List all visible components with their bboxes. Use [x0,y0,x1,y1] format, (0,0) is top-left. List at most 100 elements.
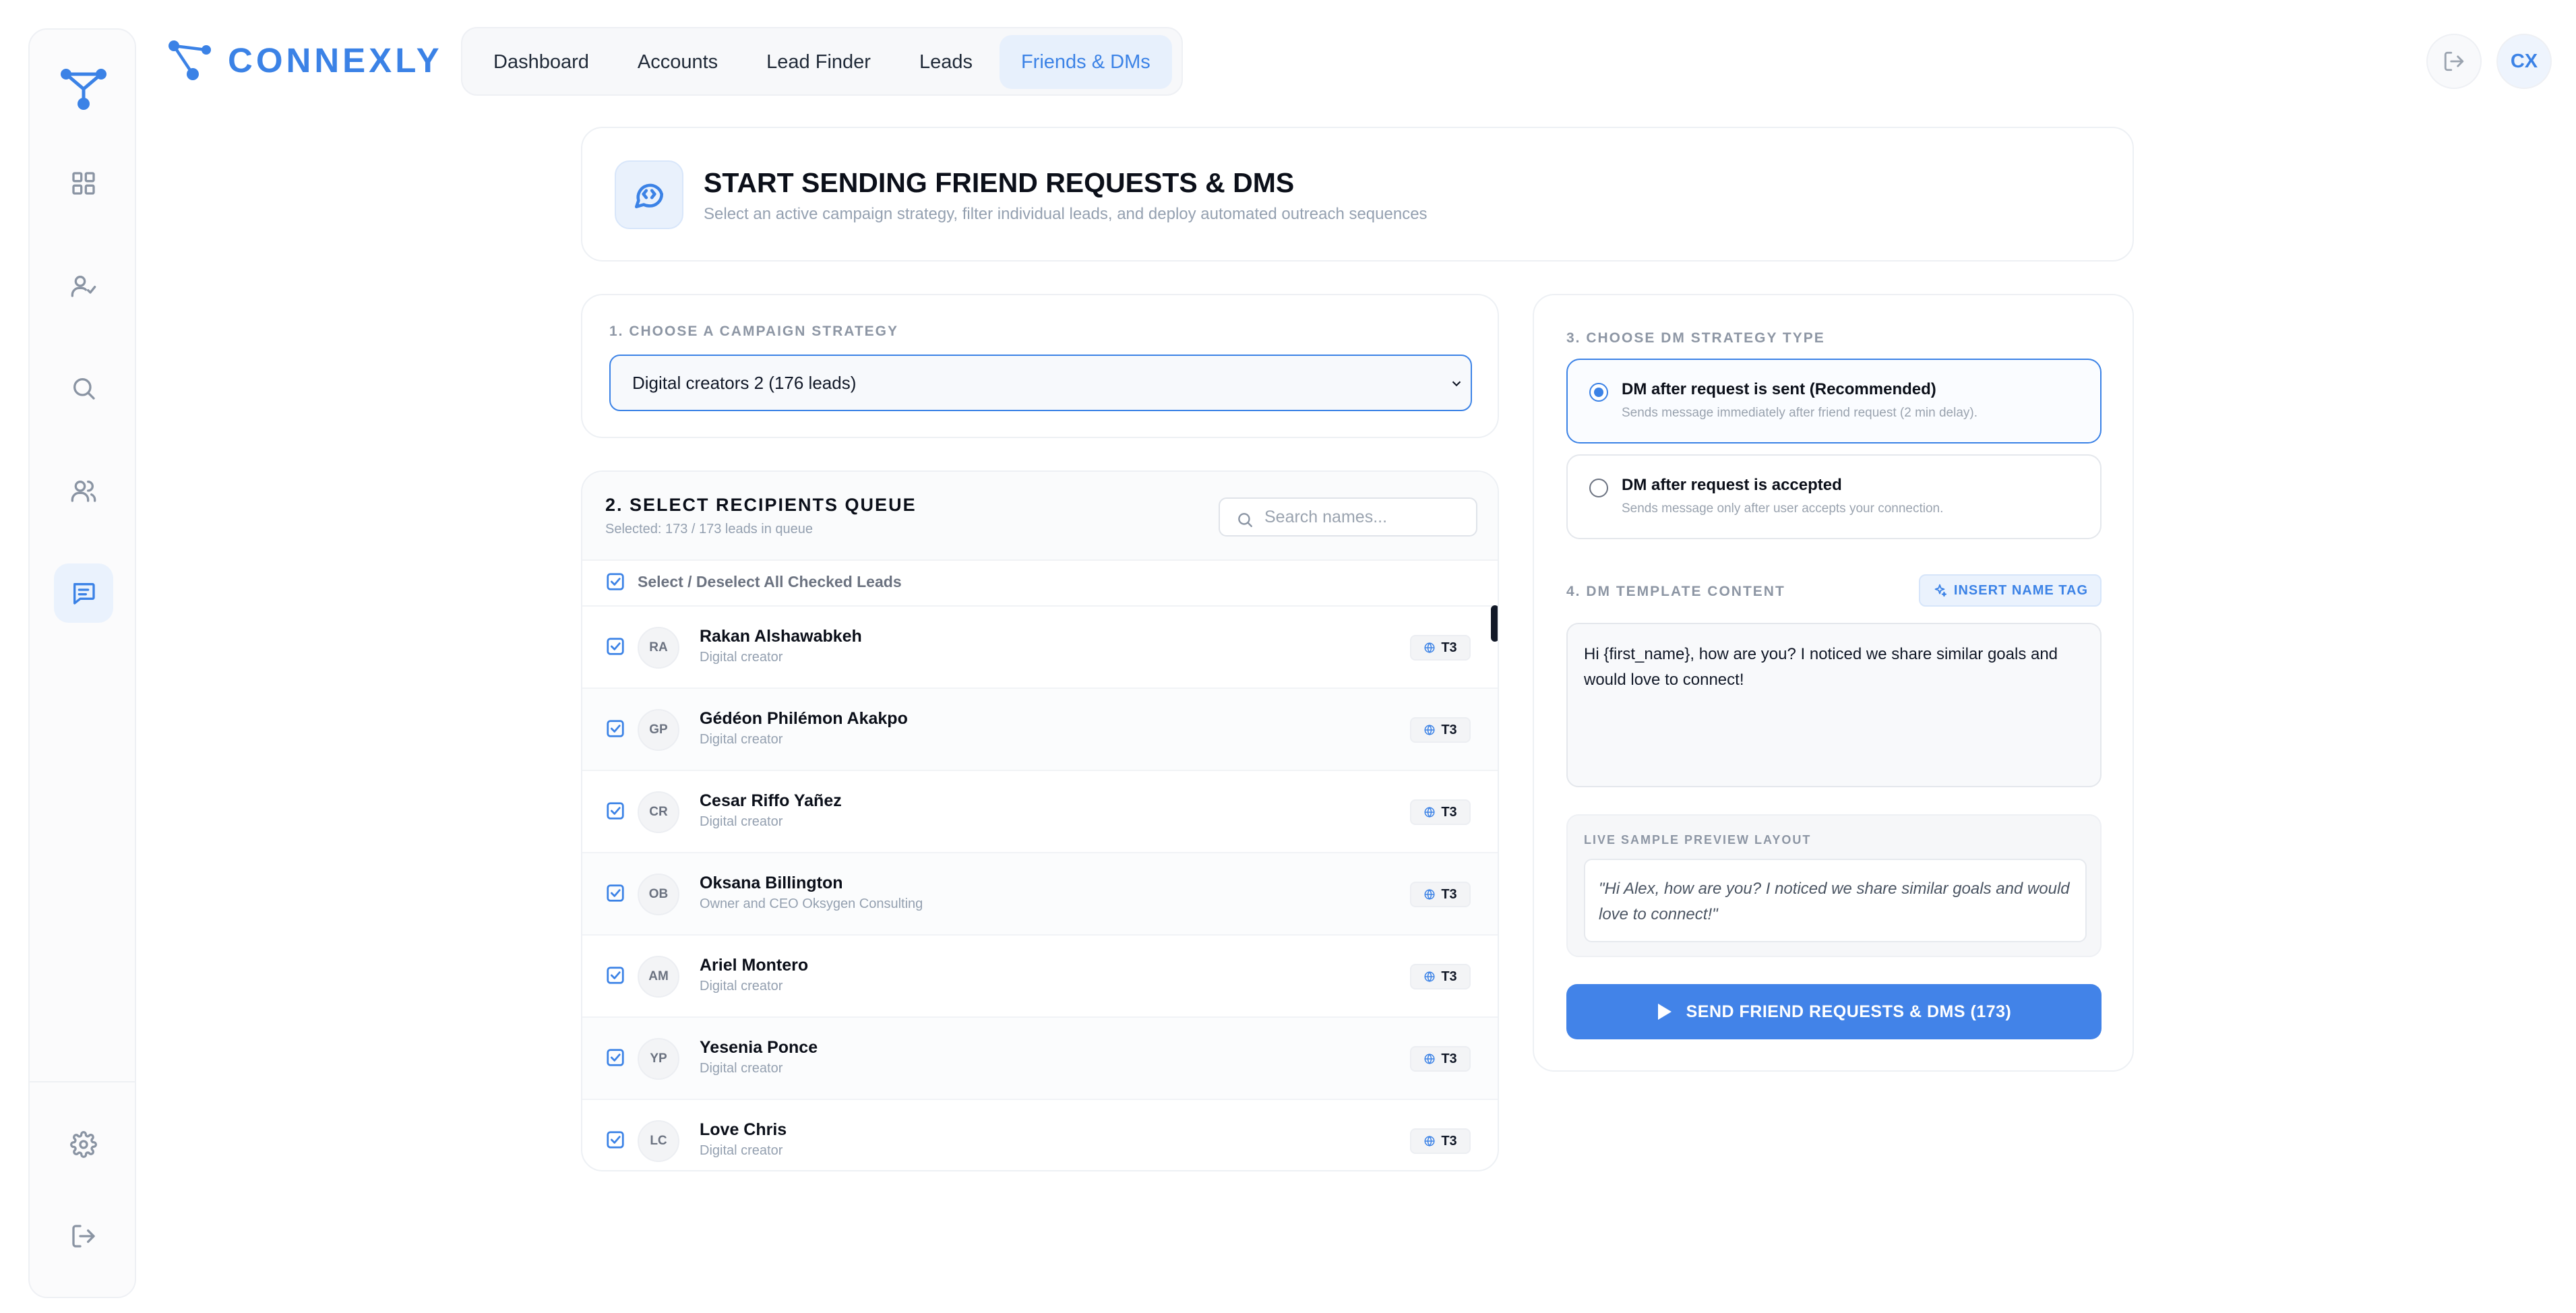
checkbox-checked-icon[interactable] [605,719,625,739]
checkbox-checked-icon[interactable] [605,883,625,903]
queue-count: Selected: 173 / 173 leads in queue [605,522,814,537]
tab-friends-dms[interactable]: Friends & DMs [999,35,1172,89]
checkbox-checked-icon[interactable] [605,572,625,592]
lead-role: Digital creator [700,1061,783,1076]
lead-role: Owner and CEO Oksygen Consulting [700,896,923,911]
sidebar-item-logout[interactable] [54,1207,113,1266]
queue-header: 2. SELECT RECIPIENTS QUEUE Selected: 173… [582,472,1498,561]
sparkle-icon [1934,584,1947,597]
globe-icon [1424,1054,1435,1064]
preview-label: LIVE SAMPLE PREVIEW LAYOUT [1584,833,1812,847]
lead-role: Digital creator [700,979,783,994]
scrollbar[interactable] [1491,605,1498,642]
tier-label: T3 [1441,640,1457,655]
recipients-list: RA Rakan Alshawabkeh Digital creator T3 … [582,607,1498,1170]
globe-icon [1424,642,1435,653]
globe-icon [1424,889,1435,900]
live-preview: LIVE SAMPLE PREVIEW LAYOUT "Hi Alex, how… [1566,814,2102,957]
table-row[interactable]: GP Gédéon Philémon Akakpo Digital creato… [582,689,1498,771]
logout-icon [72,1225,95,1248]
insert-name-tag-button[interactable]: INSERT NAME TAG [1918,574,2102,607]
logout-button[interactable] [2426,34,2482,89]
search-icon [1238,513,1252,527]
brand-name: CONNEXLY [228,40,443,80]
dm-option-after-accepted[interactable]: DM after request is accepted Sends messa… [1566,454,2102,539]
preview-text: "Hi Alex, how are you? I noticed we shar… [1584,859,2087,942]
lead-role: Digital creator [700,650,783,665]
avatar: GP [638,709,679,751]
radio-unselected[interactable] [1589,479,1608,497]
page-subtitle: Select an active campaign strategy, filt… [704,205,1428,223]
sidebar-item-accounts[interactable] [54,256,113,315]
user-check-icon [71,276,96,297]
recipients-queue-card: 2. SELECT RECIPIENTS QUEUE Selected: 173… [581,470,1499,1171]
queue-title: 2. SELECT RECIPIENTS QUEUE [605,495,917,515]
campaign-strategy-select[interactable]: Digital creators 2 (176 leads) [609,355,1472,411]
checkbox-checked-icon[interactable] [605,801,625,821]
lead-name: Rakan Alshawabkeh [700,627,862,646]
table-row[interactable]: RA Rakan Alshawabkeh Digital creator T3 [582,607,1498,689]
dm-option-after-sent[interactable]: DM after request is sent (Recommended) S… [1566,359,2102,444]
table-row[interactable]: AM Ariel Montero Digital creator T3 [582,936,1498,1018]
avatar: CR [638,791,679,833]
tier-label: T3 [1441,1051,1457,1066]
grid-icon [72,172,95,195]
avatar[interactable]: CX [2496,34,2552,89]
tab-leads[interactable]: Leads [898,35,994,89]
tab-dashboard[interactable]: Dashboard [472,35,611,89]
table-row[interactable]: LC Love Chris Digital creator T3 [582,1100,1498,1170]
option-title: DM after request is accepted [1622,476,1842,494]
logout-icon [2444,51,2464,71]
tier-badge: T3 [1410,717,1471,743]
select-all-toggle[interactable]: Select / Deselect All Checked Leads [605,572,902,592]
sidebar-item-dashboard[interactable] [54,154,113,213]
checkbox-checked-icon[interactable] [605,636,625,656]
tier-label: T3 [1441,1133,1457,1149]
logo-icon [168,40,211,80]
avatar: LC [638,1120,679,1162]
table-row[interactable]: CR Cesar Riffo Yañez Digital creator T3 [582,771,1498,853]
lead-role: Digital creator [700,814,783,829]
tab-lead-finder[interactable]: Lead Finder [745,35,892,89]
tier-badge: T3 [1410,1046,1471,1072]
table-row[interactable]: YP Yesenia Ponce Digital creator T3 [582,1018,1498,1100]
option-desc: Sends message immediately after friend r… [1622,406,1978,420]
avatar: YP [638,1038,679,1080]
chevron-down-icon [1452,381,1461,387]
brand[interactable]: CONNEXLY [167,38,443,82]
select-all-label: Select / Deselect All Checked Leads [638,572,902,590]
tier-badge: T3 [1410,964,1471,989]
globe-icon [1424,1136,1435,1147]
send-requests-button[interactable]: SEND FRIEND REQUESTS & DMS (173) [1566,984,2102,1039]
checkbox-checked-icon[interactable] [605,1130,625,1150]
tier-badge: T3 [1410,799,1471,825]
search-icon [73,378,95,400]
sidebar-item-leads[interactable] [54,461,113,520]
top-nav: Dashboard Accounts Lead Finder Leads Fri… [461,27,1183,96]
lead-role: Digital creator [700,1143,783,1158]
users-icon [71,481,96,502]
insert-name-tag-label: INSERT NAME TAG [1953,582,2088,598]
checkbox-checked-icon[interactable] [605,965,625,985]
sidebar-item-lead-finder[interactable] [54,359,113,418]
option-title: DM after request is sent (Recommended) [1622,380,1936,398]
tier-label: T3 [1441,969,1457,984]
sidebar-item-settings[interactable] [54,1115,113,1174]
page-title: START SENDING FRIEND REQUESTS & DMS [704,167,1295,198]
checkbox-checked-icon[interactable] [605,1047,625,1068]
search-box [1219,497,1477,537]
radio-selected[interactable] [1589,383,1608,402]
logo-icon[interactable] [58,62,109,113]
template-header: 4. DM TEMPLATE CONTENT INSERT NAME TAG [1566,574,2102,608]
option-desc: Sends message only after user accepts yo… [1622,501,1944,516]
tier-badge: T3 [1410,635,1471,661]
template-label: 4. DM TEMPLATE CONTENT [1566,584,1785,599]
campaign-strategy-label: 1. CHOOSE A CAMPAIGN STRATEGY [609,324,899,339]
dm-template-textarea[interactable]: Hi {first_name}, how are you? I noticed … [1566,623,2102,787]
sidebar-item-friends-dms[interactable] [54,563,113,623]
table-row[interactable]: OB Oksana Billington Owner and CEO Oksyg… [582,853,1498,936]
search-input[interactable] [1264,507,1460,527]
tab-accounts[interactable]: Accounts [616,35,739,89]
lead-name: Gédéon Philémon Akakpo [700,709,908,728]
message-icon [73,583,95,605]
